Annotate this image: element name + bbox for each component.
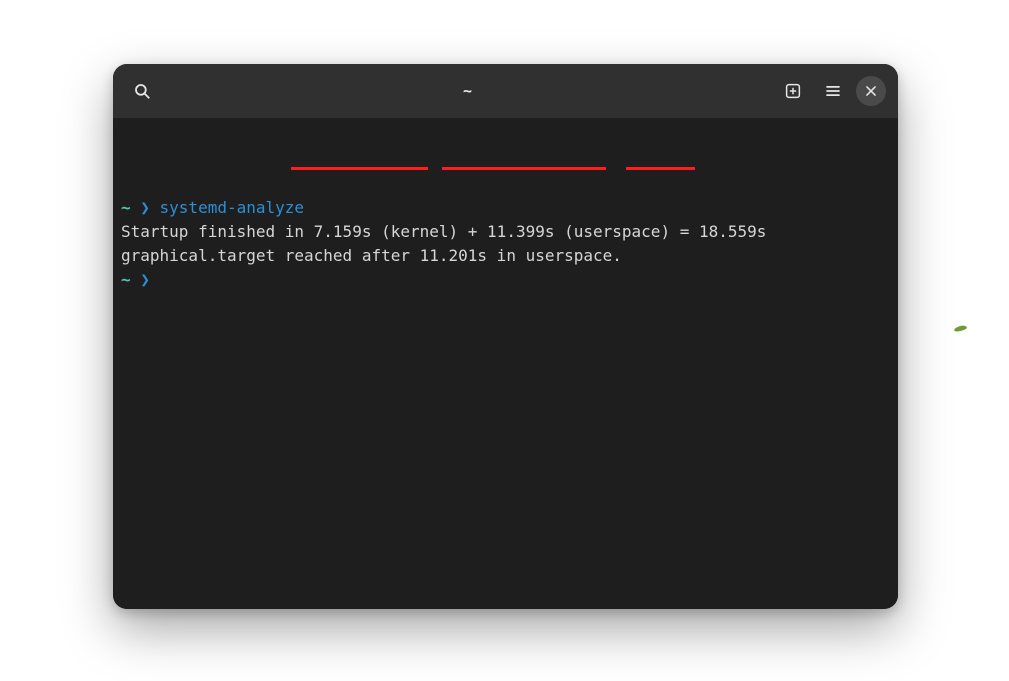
terminal-text-segment: ❯ xyxy=(140,270,150,289)
terminal-line: Startup finished in 7.159s (kernel) + 11… xyxy=(121,220,890,244)
terminal-line: ~ ❯ xyxy=(121,268,890,292)
menu-button[interactable] xyxy=(816,74,850,108)
terminal-text-segment: ~ xyxy=(121,198,140,217)
search-button[interactable] xyxy=(125,74,159,108)
new-tab-button[interactable] xyxy=(776,74,810,108)
terminal-text-segment: ~ xyxy=(121,270,140,289)
titlebar-left-group xyxy=(125,74,159,108)
search-icon xyxy=(133,82,151,100)
terminal-body[interactable]: ~ ❯ systemd-analyze Startup finished in 7… xyxy=(113,118,898,609)
terminal-text-segment: ❯ xyxy=(140,198,159,217)
kernel-time-underline xyxy=(291,167,428,170)
hamburger-menu-icon xyxy=(824,82,842,100)
stray-leaf-mark xyxy=(954,326,968,334)
close-icon xyxy=(864,84,878,98)
terminal-line: graphical.target reached after 11.201s i… xyxy=(121,244,890,268)
total-time-underline xyxy=(626,167,695,170)
new-tab-icon xyxy=(784,82,802,100)
titlebar-right-group xyxy=(776,74,886,108)
userspace-time-underline xyxy=(442,167,606,170)
terminal-text-segment: systemd-analyze xyxy=(160,198,305,217)
terminal-text-segment: graphical.target reached after 11.201s i… xyxy=(121,246,622,265)
terminal-window: ~ xyxy=(113,64,898,609)
terminal-line: ~ ❯ systemd-analyze xyxy=(121,196,890,220)
titlebar: ~ xyxy=(113,64,898,118)
close-button[interactable] xyxy=(856,76,886,106)
window-title: ~ xyxy=(167,82,768,100)
terminal-text-segment: Startup finished in 7.159s (kernel) + 11… xyxy=(121,222,766,241)
